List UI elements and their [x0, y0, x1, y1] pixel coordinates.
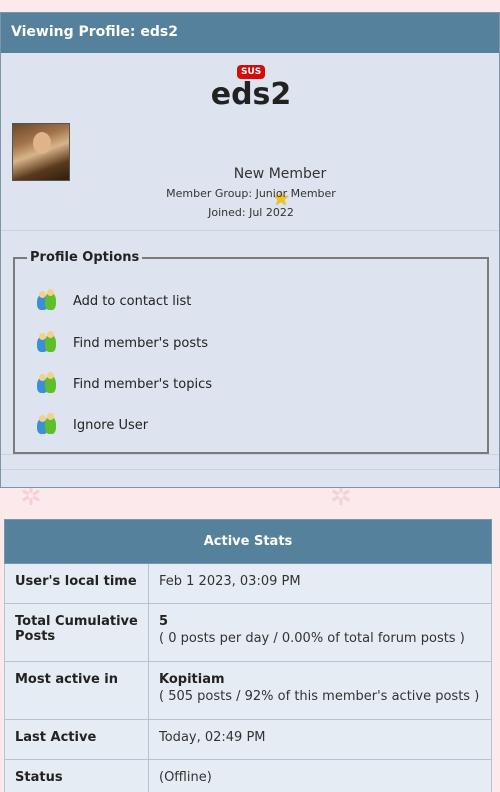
table-row: Total Cumulative Posts 5 ( 0 posts per d…	[4, 603, 492, 662]
profile-options: Profile Options Add to contact list Find…	[13, 250, 489, 454]
option-label[interactable]: Ignore User	[73, 418, 148, 433]
option-label[interactable]: Find member's topics	[73, 377, 212, 392]
table-row: Most active in Kopitiam ( 505 posts / 92…	[4, 661, 492, 720]
row-label: Status	[4, 759, 149, 792]
stats-title: Active Stats	[4, 519, 492, 564]
active-stats-table: Active Stats User's local time Feb 1 202…	[4, 519, 492, 792]
post-count: 5	[159, 614, 169, 629]
most-active-detail: ( 505 posts / 92% of this member's activ…	[159, 689, 480, 704]
post-stats-detail: ( 0 posts per day / 0.00% of total forum…	[159, 631, 465, 646]
row-label: Most active in	[4, 661, 149, 720]
divider	[1, 469, 499, 470]
member-rank: New Member	[233, 166, 327, 182]
row-label: Last Active	[4, 719, 149, 760]
profile-options-title: Profile Options	[30, 250, 140, 265]
option-label[interactable]: Find member's posts	[73, 336, 208, 351]
table-row: Status (Offline)	[4, 759, 492, 792]
option-find-topics[interactable]: Find member's topics	[37, 372, 212, 396]
row-value: Feb 1 2023, 03:09 PM	[148, 563, 492, 604]
divider	[1, 454, 499, 455]
last-active: Today, 02:49 PM	[159, 730, 266, 745]
username: eds2	[210, 77, 292, 112]
option-ignore-user[interactable]: Ignore User	[37, 413, 148, 437]
profile-panel: Viewing Profile: eds2 SUS eds2 New Membe…	[0, 12, 500, 488]
row-value: (Offline)	[148, 759, 492, 792]
row-value: Kopitiam ( 505 posts / 92% of this membe…	[148, 661, 492, 720]
row-value: Today, 02:49 PM	[148, 719, 492, 760]
option-add-contact[interactable]: Add to contact list	[37, 289, 191, 313]
online-status: (Offline)	[159, 770, 212, 785]
most-active-forum[interactable]: Kopitiam	[159, 672, 225, 687]
local-time: Feb 1 2023, 03:09 PM	[159, 574, 301, 589]
option-label[interactable]: Add to contact list	[73, 294, 191, 309]
contacts-icon	[37, 413, 57, 436]
joined-date: Joined: Jul 2022	[208, 206, 294, 219]
contacts-icon	[37, 289, 57, 312]
profile-header: Viewing Profile: eds2	[1, 13, 499, 53]
table-row: User's local time Feb 1 2023, 03:09 PM	[4, 563, 492, 604]
row-label: Total Cumulative Posts	[4, 603, 149, 662]
member-group: Member Group: Junior Member	[166, 187, 336, 200]
contacts-icon	[37, 331, 57, 354]
row-value: 5 ( 0 posts per day / 0.00% of total for…	[148, 603, 492, 662]
profile-summary: SUS eds2 New Member ★ Member Group: Juni…	[1, 53, 499, 231]
row-label: User's local time	[4, 563, 149, 604]
table-row: Last Active Today, 02:49 PM	[4, 719, 492, 760]
option-find-posts[interactable]: Find member's posts	[37, 331, 208, 355]
contacts-icon	[37, 372, 57, 395]
